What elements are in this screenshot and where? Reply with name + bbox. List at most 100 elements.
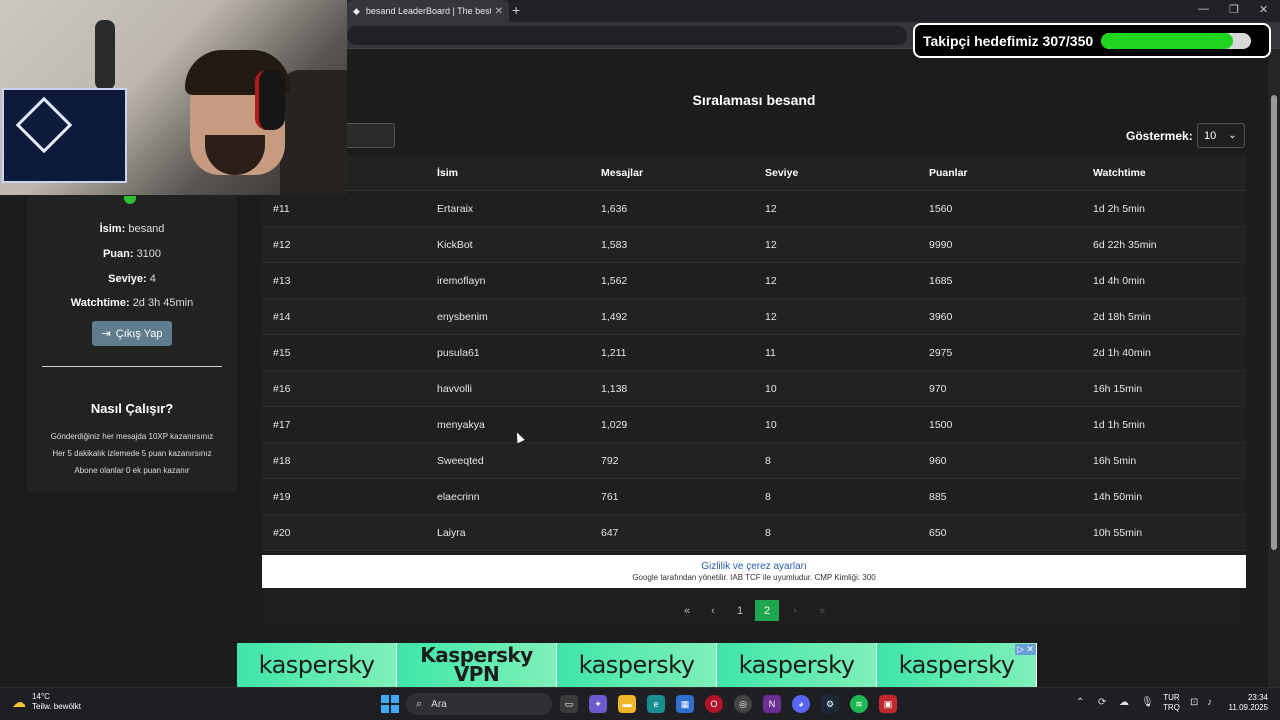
table-row: #11 Ertaraix 1,636 12 1560 1d 2h 5min: [262, 191, 1246, 227]
cell-watchtime: 2d 18h 5min: [1093, 310, 1151, 323]
cell-name[interactable]: Sweeqted: [437, 455, 601, 467]
cell-watchtime: 1d 2h 5min: [1093, 202, 1145, 215]
new-tab-button[interactable]: +: [512, 2, 520, 18]
cell-name[interactable]: elaecrinn: [437, 491, 601, 503]
network-icon[interactable]: ⊡: [1190, 697, 1198, 708]
store-icon[interactable]: ▦: [676, 695, 694, 713]
tray-overflow-icon[interactable]: ⌃: [1076, 697, 1084, 708]
browser-tab[interactable]: ◆ besand LeaderBoard | The best C ✕: [347, 0, 509, 22]
volume-icon[interactable]: ♪: [1207, 697, 1212, 708]
rule-item: Her 5 dakikalık izlemede 5 puan kazanırs…: [52, 449, 212, 458]
profile-points: Puan: 3100: [102, 248, 162, 260]
webcam-overlay: [0, 0, 347, 195]
cell-messages: 1,492: [601, 310, 628, 323]
voice-app-icon[interactable]: ▣: [879, 695, 897, 713]
table-row: #19 elaecrinn 761 8 885 14h 50min: [262, 479, 1246, 515]
cell-points: 970: [929, 382, 947, 395]
cell-name[interactable]: havvolli: [437, 383, 601, 395]
cell-name[interactable]: menyakya: [437, 419, 601, 431]
minimize-button[interactable]: —: [1198, 3, 1209, 15]
file-explorer-icon[interactable]: ▬: [618, 695, 636, 713]
column-header-messages[interactable]: Mesajlar: [601, 167, 765, 179]
next-app-icon[interactable]: N: [763, 695, 781, 713]
pc-case: [2, 88, 127, 183]
close-window-button[interactable]: ✕: [1259, 3, 1268, 16]
cell-points: 3960: [929, 310, 953, 323]
copilot-icon[interactable]: ✦: [589, 695, 607, 713]
show-label: Göstermek:: [1126, 129, 1193, 143]
column-header-name[interactable]: İsim: [437, 167, 601, 179]
cell-rank: #11: [273, 202, 290, 215]
discord-icon[interactable]: ◕: [792, 695, 810, 713]
onedrive-icon[interactable]: ☁: [1119, 697, 1129, 708]
tab-close-icon[interactable]: ✕: [495, 6, 503, 17]
tray-app-icon[interactable]: ⟳: [1098, 697, 1106, 708]
cmp-note: Google tarafından yönetilir. IAB TCF ile…: [632, 573, 876, 582]
cell-points: 885: [929, 490, 947, 503]
weather-widget[interactable]: ☁ 14°C Teilw. bewölkt: [12, 692, 81, 712]
page-2-button[interactable]: 2: [755, 600, 779, 621]
cell-level: 12: [765, 310, 777, 323]
chevron-down-icon: ⌄: [1228, 130, 1237, 141]
leaderboard-table: İsim Mesajlar Seviye Puanlar Watchtime #…: [262, 155, 1246, 551]
gaming-chair: [280, 70, 347, 195]
column-header-level[interactable]: Seviye: [765, 167, 929, 179]
cell-name[interactable]: Laiyra: [437, 527, 601, 539]
pagination: « ‹ 1 2 › »: [262, 590, 1246, 630]
cell-name[interactable]: Ertaraix: [437, 203, 601, 215]
start-button[interactable]: [381, 695, 399, 713]
follower-goal-overlay: Takipçi hedefimiz 307/350: [913, 23, 1271, 58]
column-header-watchtime[interactable]: Watchtime: [1093, 167, 1246, 179]
language-indicator[interactable]: TUR TRQ: [1163, 693, 1180, 713]
cell-name[interactable]: KickBot: [437, 239, 601, 251]
cell-level: 11: [765, 346, 776, 359]
cell-watchtime: 14h 50min: [1093, 490, 1143, 503]
page-1-button[interactable]: 1: [734, 600, 746, 621]
cell-rank: #13: [273, 274, 291, 287]
cell-level: 12: [765, 238, 777, 251]
logout-button[interactable]: ⇥ Çıkış Yap: [92, 321, 172, 346]
cell-rank: #15: [273, 346, 291, 359]
page-size-select[interactable]: 10 ⌄: [1197, 123, 1245, 148]
cell-points: 1560: [929, 202, 953, 215]
prev-page-button[interactable]: ‹: [706, 600, 720, 621]
steam-icon[interactable]: ⚙: [821, 695, 839, 713]
task-view-icon[interactable]: ▭: [560, 695, 578, 713]
privacy-settings-link[interactable]: Gizlilik ve çerez ayarları: [262, 555, 1246, 572]
next-page-button[interactable]: ›: [788, 600, 802, 621]
column-header-points[interactable]: Puanlar: [929, 167, 1093, 179]
cell-name[interactable]: iremoflayn: [437, 275, 601, 287]
cell-name[interactable]: enysbenim: [437, 311, 601, 323]
search-input[interactable]: [345, 123, 395, 148]
follower-goal-fill: [1101, 32, 1233, 49]
opera-icon[interactable]: O: [705, 695, 723, 713]
first-page-button[interactable]: «: [680, 600, 694, 621]
chrome-icon[interactable]: ◎: [734, 695, 752, 713]
scrollbar-thumb[interactable]: [1271, 95, 1277, 550]
spotify-icon[interactable]: ≋: [850, 695, 868, 713]
rule-item: Gönderdiğiniz her mesajda 10XP kazanırsı…: [50, 432, 214, 441]
taskbar-search[interactable]: ⌕ Ara: [406, 693, 552, 715]
table-header: İsim Mesajlar Seviye Puanlar Watchtime: [262, 155, 1246, 191]
microphone-icon[interactable]: 🎙: [1141, 697, 1154, 708]
kaspersky-ad[interactable]: kaspersky Kaspersky VPN kaspersky kasper…: [237, 643, 1037, 687]
maximize-button[interactable]: ❐: [1229, 3, 1239, 16]
cell-messages: 1,636: [601, 202, 628, 215]
cell-rank: #19: [273, 490, 291, 503]
cell-rank: #17: [273, 418, 291, 431]
cell-name[interactable]: pusula61: [437, 347, 601, 359]
tab-title: besand LeaderBoard | The best C: [365, 6, 491, 16]
edge-icon[interactable]: e: [647, 695, 665, 713]
cell-points: 650: [929, 526, 947, 539]
cell-level: 8: [765, 490, 771, 503]
last-page-button[interactable]: »: [815, 600, 829, 621]
clock[interactable]: 23:34 11.09.2025: [1228, 693, 1268, 713]
ad-cell: kaspersky: [237, 643, 397, 687]
cell-messages: 792: [601, 454, 619, 467]
cell-rank: #14: [273, 310, 291, 323]
search-icon: ⌕: [416, 697, 423, 710]
url-input[interactable]: [347, 26, 907, 45]
cell-watchtime: 1d 4h 0min: [1093, 274, 1145, 287]
ad-choices-icon[interactable]: ▷ ✕: [1015, 644, 1036, 655]
cell-level: 12: [765, 274, 777, 287]
